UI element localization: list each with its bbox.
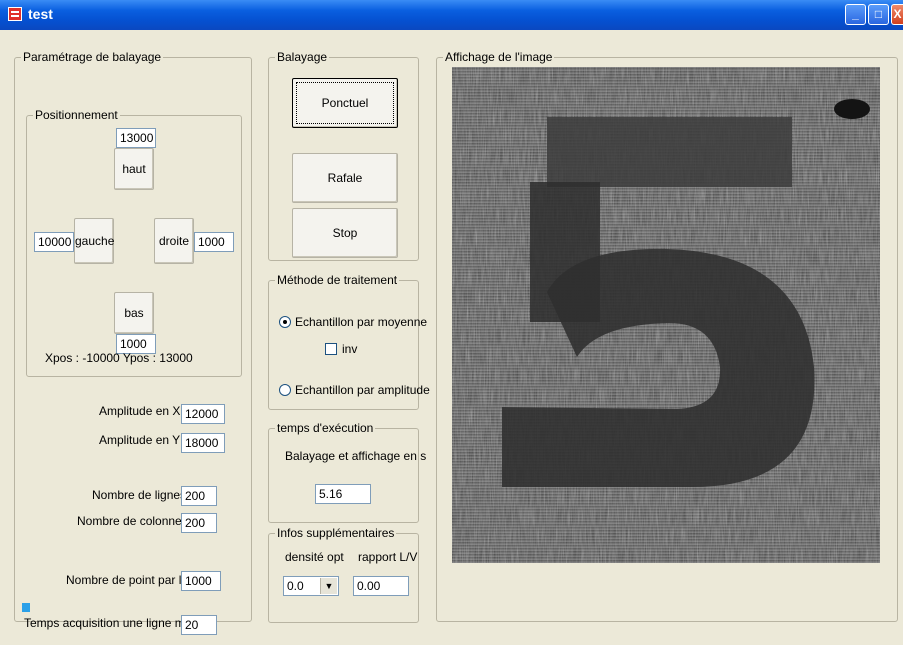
mean-sample-label: Echantillon par moyenne <box>295 315 428 329</box>
left-button[interactable]: gauche <box>74 218 114 264</box>
left-position-field[interactable]: 10000 <box>34 232 74 252</box>
window-title: test <box>28 6 53 22</box>
exec-time-label: temps d'exécution <box>275 421 376 435</box>
columns-field[interactable]: 200 <box>181 513 217 533</box>
lines-field[interactable]: 200 <box>181 486 217 506</box>
exec-time-group: temps d'exécution Balayage et affichage … <box>268 421 426 523</box>
inv-label: inv <box>342 342 358 356</box>
acquisition-time-label: Temps acquisition une ligne ms <box>24 616 191 630</box>
down-button[interactable]: bas <box>114 292 154 334</box>
lines-label: Nombre de lignes <box>92 488 187 502</box>
exec-time-field[interactable]: 5.16 <box>315 484 371 504</box>
amplitude-y-field[interactable]: 18000 <box>181 433 225 453</box>
right-button[interactable]: droite <box>154 218 194 264</box>
scan-params-group: Paramétrage de balayage Positionnement 1… <box>14 50 252 635</box>
ratio-field[interactable]: 0.00 <box>353 576 409 596</box>
right-position-field[interactable]: 1000 <box>194 232 234 252</box>
amplitude-x-field[interactable]: 12000 <box>181 404 225 424</box>
method-label: Méthode de traitement <box>275 273 400 287</box>
density-label: densité opt <box>285 550 344 564</box>
scan-params-label: Paramétrage de balayage <box>21 50 164 64</box>
amplitude-sample-label: Echantillon par amplitude <box>295 383 430 397</box>
extra-info-label: Infos supplémentaires <box>275 526 397 540</box>
progress-indicator <box>22 603 30 612</box>
scanned-digit-image <box>452 67 880 563</box>
acquisition-time-field[interactable]: 20 <box>181 615 217 635</box>
extra-info-group: Infos supplémentaires densité opt rappor… <box>268 526 419 623</box>
ponctuel-button[interactable]: Ponctuel <box>292 78 398 128</box>
points-per-line-field[interactable]: 1000 <box>181 571 221 591</box>
positioning-label: Positionnement <box>33 108 120 122</box>
minimize-icon[interactable]: _ <box>845 4 866 25</box>
scan-group: Balayage Ponctuel Rafale Stop <box>268 50 419 261</box>
amplitude-sample-radio[interactable] <box>279 384 291 396</box>
position-readout: Xpos : -10000 Ypos : 13000 <box>45 351 193 365</box>
top-position-field[interactable]: 13000 <box>116 128 156 148</box>
amplitude-y-label: Amplitude en Y <box>99 433 181 447</box>
exec-time-caption: Balayage et affichage en s <box>285 449 427 463</box>
columns-label: Nombre de colonnes <box>77 514 188 528</box>
positioning-group: Positionnement 13000 haut 10000 gauche d… <box>26 108 242 377</box>
scanned-image <box>452 67 880 563</box>
app-icon[interactable] <box>8 7 22 21</box>
density-select[interactable]: 0.0 ▼ <box>283 576 339 596</box>
amplitude-x-label: Amplitude en X <box>99 404 181 418</box>
title-bar: test _ □ X <box>0 0 903 30</box>
method-group: Méthode de traitement Echantillon par mo… <box>268 273 430 410</box>
density-select-value: 0.0 <box>287 579 304 593</box>
close-icon[interactable]: X <box>891 4 903 25</box>
mean-sample-radio[interactable] <box>279 316 291 328</box>
ratio-label: rapport L/V <box>358 550 418 564</box>
image-display-label: Affichage de l'image <box>443 50 555 64</box>
maximize-icon[interactable]: □ <box>868 4 889 25</box>
up-button[interactable]: haut <box>114 148 154 190</box>
chevron-down-icon[interactable]: ▼ <box>320 578 337 594</box>
inv-checkbox[interactable] <box>325 343 337 355</box>
scan-label: Balayage <box>275 50 330 64</box>
stop-button[interactable]: Stop <box>292 208 398 258</box>
rafale-button[interactable]: Rafale <box>292 153 398 203</box>
